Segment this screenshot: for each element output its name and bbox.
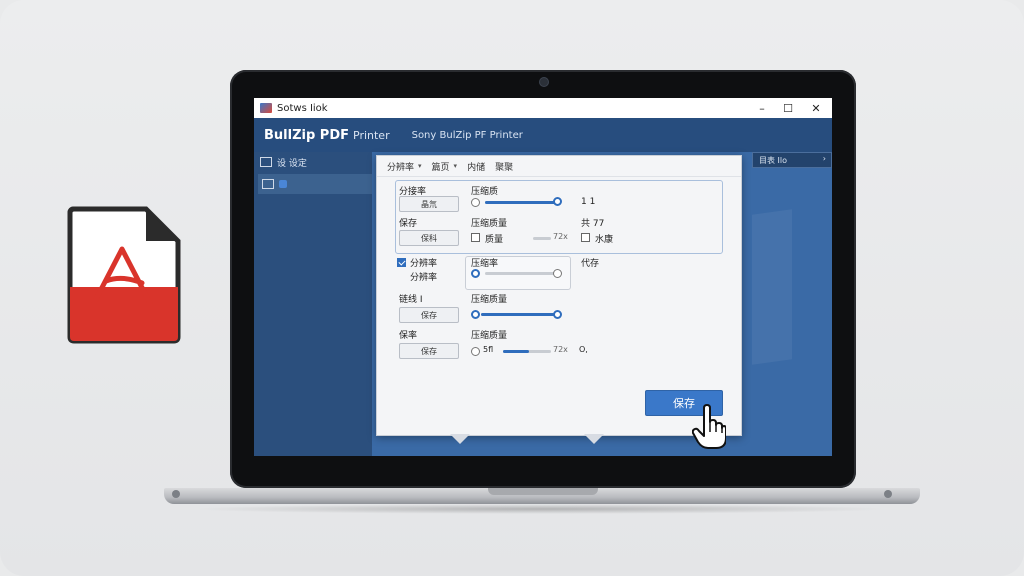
section3-slider-fill (481, 313, 557, 316)
tab-label: 内储 (467, 162, 486, 173)
chevron-right-icon: › (822, 154, 826, 163)
dialog-tabs: 分辨率 ▾ 篇页 ▾ 内储 聚聚 (377, 156, 741, 177)
pdf-file-icon (67, 206, 181, 344)
rate-save-button[interactable]: 保存 (399, 343, 459, 359)
quality-slider-track[interactable] (533, 237, 551, 240)
chevron-down-icon: ▾ (453, 162, 458, 170)
webcam (540, 78, 548, 86)
section4-radio-label: 5fl (483, 345, 494, 354)
sub-radio[interactable] (553, 269, 562, 278)
tab-storage[interactable]: 内储 (467, 160, 485, 173)
watermark-checkbox[interactable] (581, 233, 590, 242)
quality-value: 72x (553, 232, 568, 241)
settings-dialog: 分辨率 ▾ 篇页 ▾ 内储 聚聚 分接率 晶氘 压缩质 1 1 保存 保科 压缩质量… (376, 155, 742, 436)
link-label: 链线 I (399, 295, 423, 305)
app-subtitle: Sony BulZip PF Printer (411, 129, 523, 141)
sub-slider-track[interactable] (485, 272, 555, 275)
section4-value: 72x (553, 345, 568, 354)
section3-knob-start[interactable] (471, 310, 480, 319)
quality-label: 压缩质量 (471, 219, 508, 229)
sub-compression-label: 压缩率 (471, 259, 499, 269)
app-icon (260, 103, 272, 113)
quality-checkbox-label: 质量 (485, 235, 504, 245)
compression-slider-fill (485, 201, 557, 204)
rate-label: 保率 (399, 331, 418, 341)
app-name-suffix: Printer (353, 128, 390, 142)
compression-label: 压缩质 (471, 187, 499, 197)
tab-resolution[interactable]: 分辨率 ▾ (387, 160, 422, 173)
laptop-foot (172, 490, 180, 498)
compression-value: 1 1 (581, 197, 596, 207)
tab-label: 分辨率 (387, 162, 415, 173)
maximize-button[interactable]: ☐ (774, 98, 802, 118)
close-button[interactable]: ✕ (802, 98, 830, 118)
tab-merge[interactable]: 聚聚 (495, 160, 513, 173)
folder-icon (262, 179, 274, 189)
laptop-notch (488, 488, 598, 495)
watermark-label: 水康 (595, 235, 614, 245)
chevron-down-icon: ▾ (418, 162, 422, 170)
laptop-screen: Sotws Iiok – ☐ ✕ BullZip PDF Printer Son… (254, 98, 832, 456)
quality-checkbox[interactable] (471, 233, 480, 242)
option-label: 分辨率 (410, 259, 438, 269)
sub-slider-knob[interactable] (471, 269, 480, 278)
tab-label: 篇页 (431, 162, 450, 173)
section3-slider-knob[interactable] (553, 310, 562, 319)
output-dropdown-label: 目表 Ilo (759, 155, 788, 165)
sidebar: 设 设定 (254, 152, 374, 456)
section4-end-marker: O, (579, 345, 588, 354)
decor-shape (752, 209, 792, 365)
compression-slider-knob[interactable] (553, 197, 562, 206)
option-sub-label: 分辨率 (410, 273, 438, 283)
app-name: BullZip PDF (264, 127, 349, 143)
link-save-button[interactable]: 保存 (399, 307, 459, 323)
window-titlebar: Sotws Iiok – ☐ ✕ (254, 98, 832, 118)
save-label: 保存 (399, 219, 418, 229)
laptop-foot (884, 490, 892, 498)
compression-radio[interactable] (471, 198, 480, 207)
save-option-button[interactable]: 保科 (399, 230, 459, 246)
output-dropdown[interactable]: 目表 Ilo › (752, 152, 832, 168)
laptop-shadow (190, 504, 890, 514)
window-title: Sotws Iiok (277, 102, 328, 114)
save-mode-label: 代存 (581, 259, 600, 269)
app-header: BullZip PDF Printer Sony BulZip PF Print… (254, 118, 832, 152)
section3-quality-label: 压缩质量 (471, 295, 508, 305)
resolution-option-checkbox[interactable] (397, 258, 406, 267)
resolution-button[interactable]: 晶氘 (399, 196, 459, 212)
tab-label: 聚聚 (495, 162, 514, 173)
minimize-button[interactable]: – (748, 98, 776, 118)
section4-quality-label: 压缩质量 (471, 331, 508, 341)
section4-slider-fill (503, 350, 529, 353)
settings-icon (260, 157, 272, 167)
section4-radio[interactable] (471, 347, 480, 356)
app-mark-icon (279, 180, 287, 188)
sidebar-item-settings[interactable]: 设 设定 (260, 152, 307, 172)
hand-cursor-icon (692, 404, 726, 449)
sidebar-item-label: 设 设定 (277, 158, 307, 169)
count-label: 共 77 (581, 219, 605, 229)
tab-pages[interactable]: 篇页 ▾ (432, 160, 458, 173)
sidebar-item-folder[interactable] (258, 174, 374, 194)
